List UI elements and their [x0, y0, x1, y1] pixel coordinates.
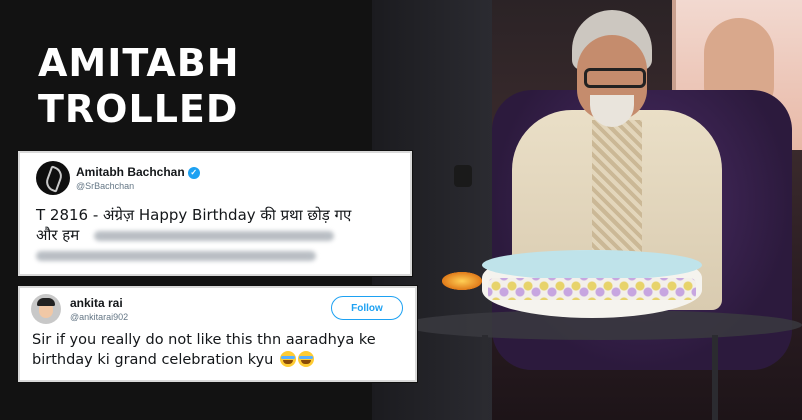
display-name[interactable]: ankita rai	[70, 296, 123, 310]
face-with-tears-of-joy-icon	[279, 351, 296, 367]
lamp-glow	[442, 272, 482, 290]
tweet-text: T 2816 - अंग्रेज़ Happy Birthday की प्रथ…	[36, 205, 408, 245]
table-leg	[482, 335, 488, 420]
follow-button[interactable]: Follow	[331, 296, 403, 320]
display-name[interactable]: Amitabh Bachchan ✓	[76, 165, 200, 179]
headline-line-1: AMITABH	[38, 41, 240, 85]
headline: AMITABH TROLLED	[38, 40, 358, 132]
birthday-cake	[482, 250, 702, 318]
user-handle[interactable]: @SrBachchan	[76, 181, 134, 191]
tweet-text-line-2-row: और हम	[36, 225, 408, 245]
meme-canvas: AMITABH TROLLED Amitabh Bachchan ✓ @SrBac…	[0, 0, 802, 420]
tweet-text: Sir if you really do not like this thn a…	[32, 330, 412, 370]
verified-badge-icon: ✓	[187, 166, 200, 179]
display-name-text: Amitabh Bachchan	[76, 165, 185, 179]
tweet-card-amitabh: Amitabh Bachchan ✓ @SrBachchan T 2816 - अ…	[18, 151, 412, 276]
tweet-text-line-1: T 2816 - अंग्रेज़ Happy Birthday की प्रथ…	[36, 206, 352, 224]
blurred-text	[36, 251, 316, 261]
tweet-text-body: Sir if you really do not like this thn a…	[32, 332, 376, 368]
face-with-tears-of-joy-icon	[297, 351, 314, 367]
glasses	[584, 68, 646, 88]
user-handle[interactable]: @ankitarai902	[70, 312, 128, 322]
headline-line-2: TROLLED	[38, 87, 239, 131]
event-photo	[372, 0, 802, 420]
avatar[interactable]	[36, 161, 70, 195]
avatar[interactable]	[31, 294, 61, 324]
tweet-card-ankita: ankita rai @ankitarai902 Follow Sir if y…	[18, 286, 417, 382]
tweet-text-line-2: और हम	[36, 226, 80, 244]
table-leg	[712, 335, 718, 420]
microphone-icon	[454, 165, 472, 187]
blurred-text	[93, 230, 334, 241]
